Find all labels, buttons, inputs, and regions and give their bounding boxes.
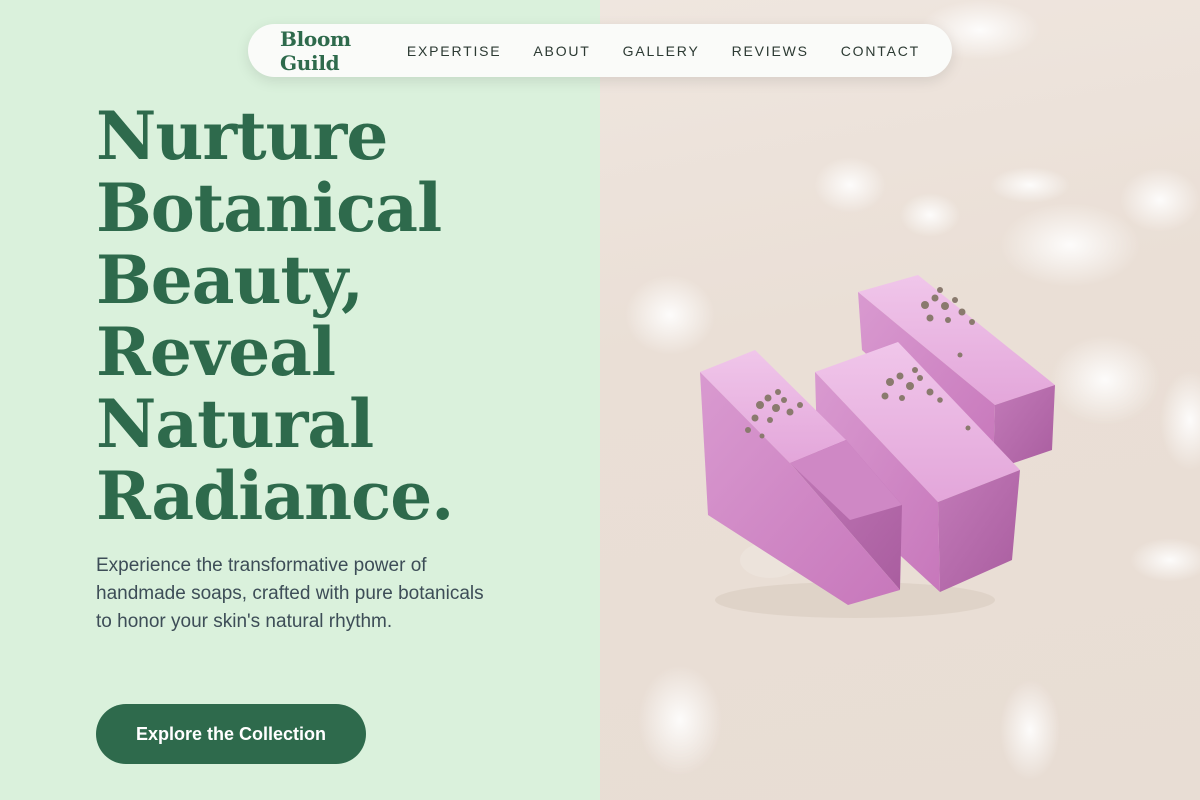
nav-link-contact[interactable]: CONTACT xyxy=(841,43,920,59)
nav-link-about[interactable]: ABOUT xyxy=(533,43,590,59)
brand-logo-text[interactable]: Bloom Guild xyxy=(280,27,375,75)
hero-title-line: Radiance. xyxy=(96,457,454,535)
top-navigation-bar: Bloom Guild EXPERTISE ABOUT GALLERY REVI… xyxy=(248,24,952,77)
hero-title-line: Botanical xyxy=(96,169,442,247)
hero-title-line: Beauty, xyxy=(96,241,364,319)
nav-links: EXPERTISE ABOUT GALLERY REVIEWS CONTACT xyxy=(407,43,920,59)
nav-link-expertise[interactable]: EXPERTISE xyxy=(407,43,502,59)
hero-title: Nurture Botanical Beauty, Reveal Natural… xyxy=(96,100,576,532)
hero-title-line: Nurture xyxy=(96,97,388,175)
explore-collection-button[interactable]: Explore the Collection xyxy=(96,704,366,764)
hero-title-line: Natural xyxy=(96,385,374,463)
hero-subtitle: Experience the transformative power of h… xyxy=(96,555,484,632)
nav-link-reviews[interactable]: REVIEWS xyxy=(732,43,809,59)
hero-title-line: Reveal xyxy=(96,313,336,391)
nav-link-gallery[interactable]: GALLERY xyxy=(623,43,700,59)
hero-image-panel xyxy=(600,0,1200,800)
lavender-soap-bars-image xyxy=(625,0,1200,780)
